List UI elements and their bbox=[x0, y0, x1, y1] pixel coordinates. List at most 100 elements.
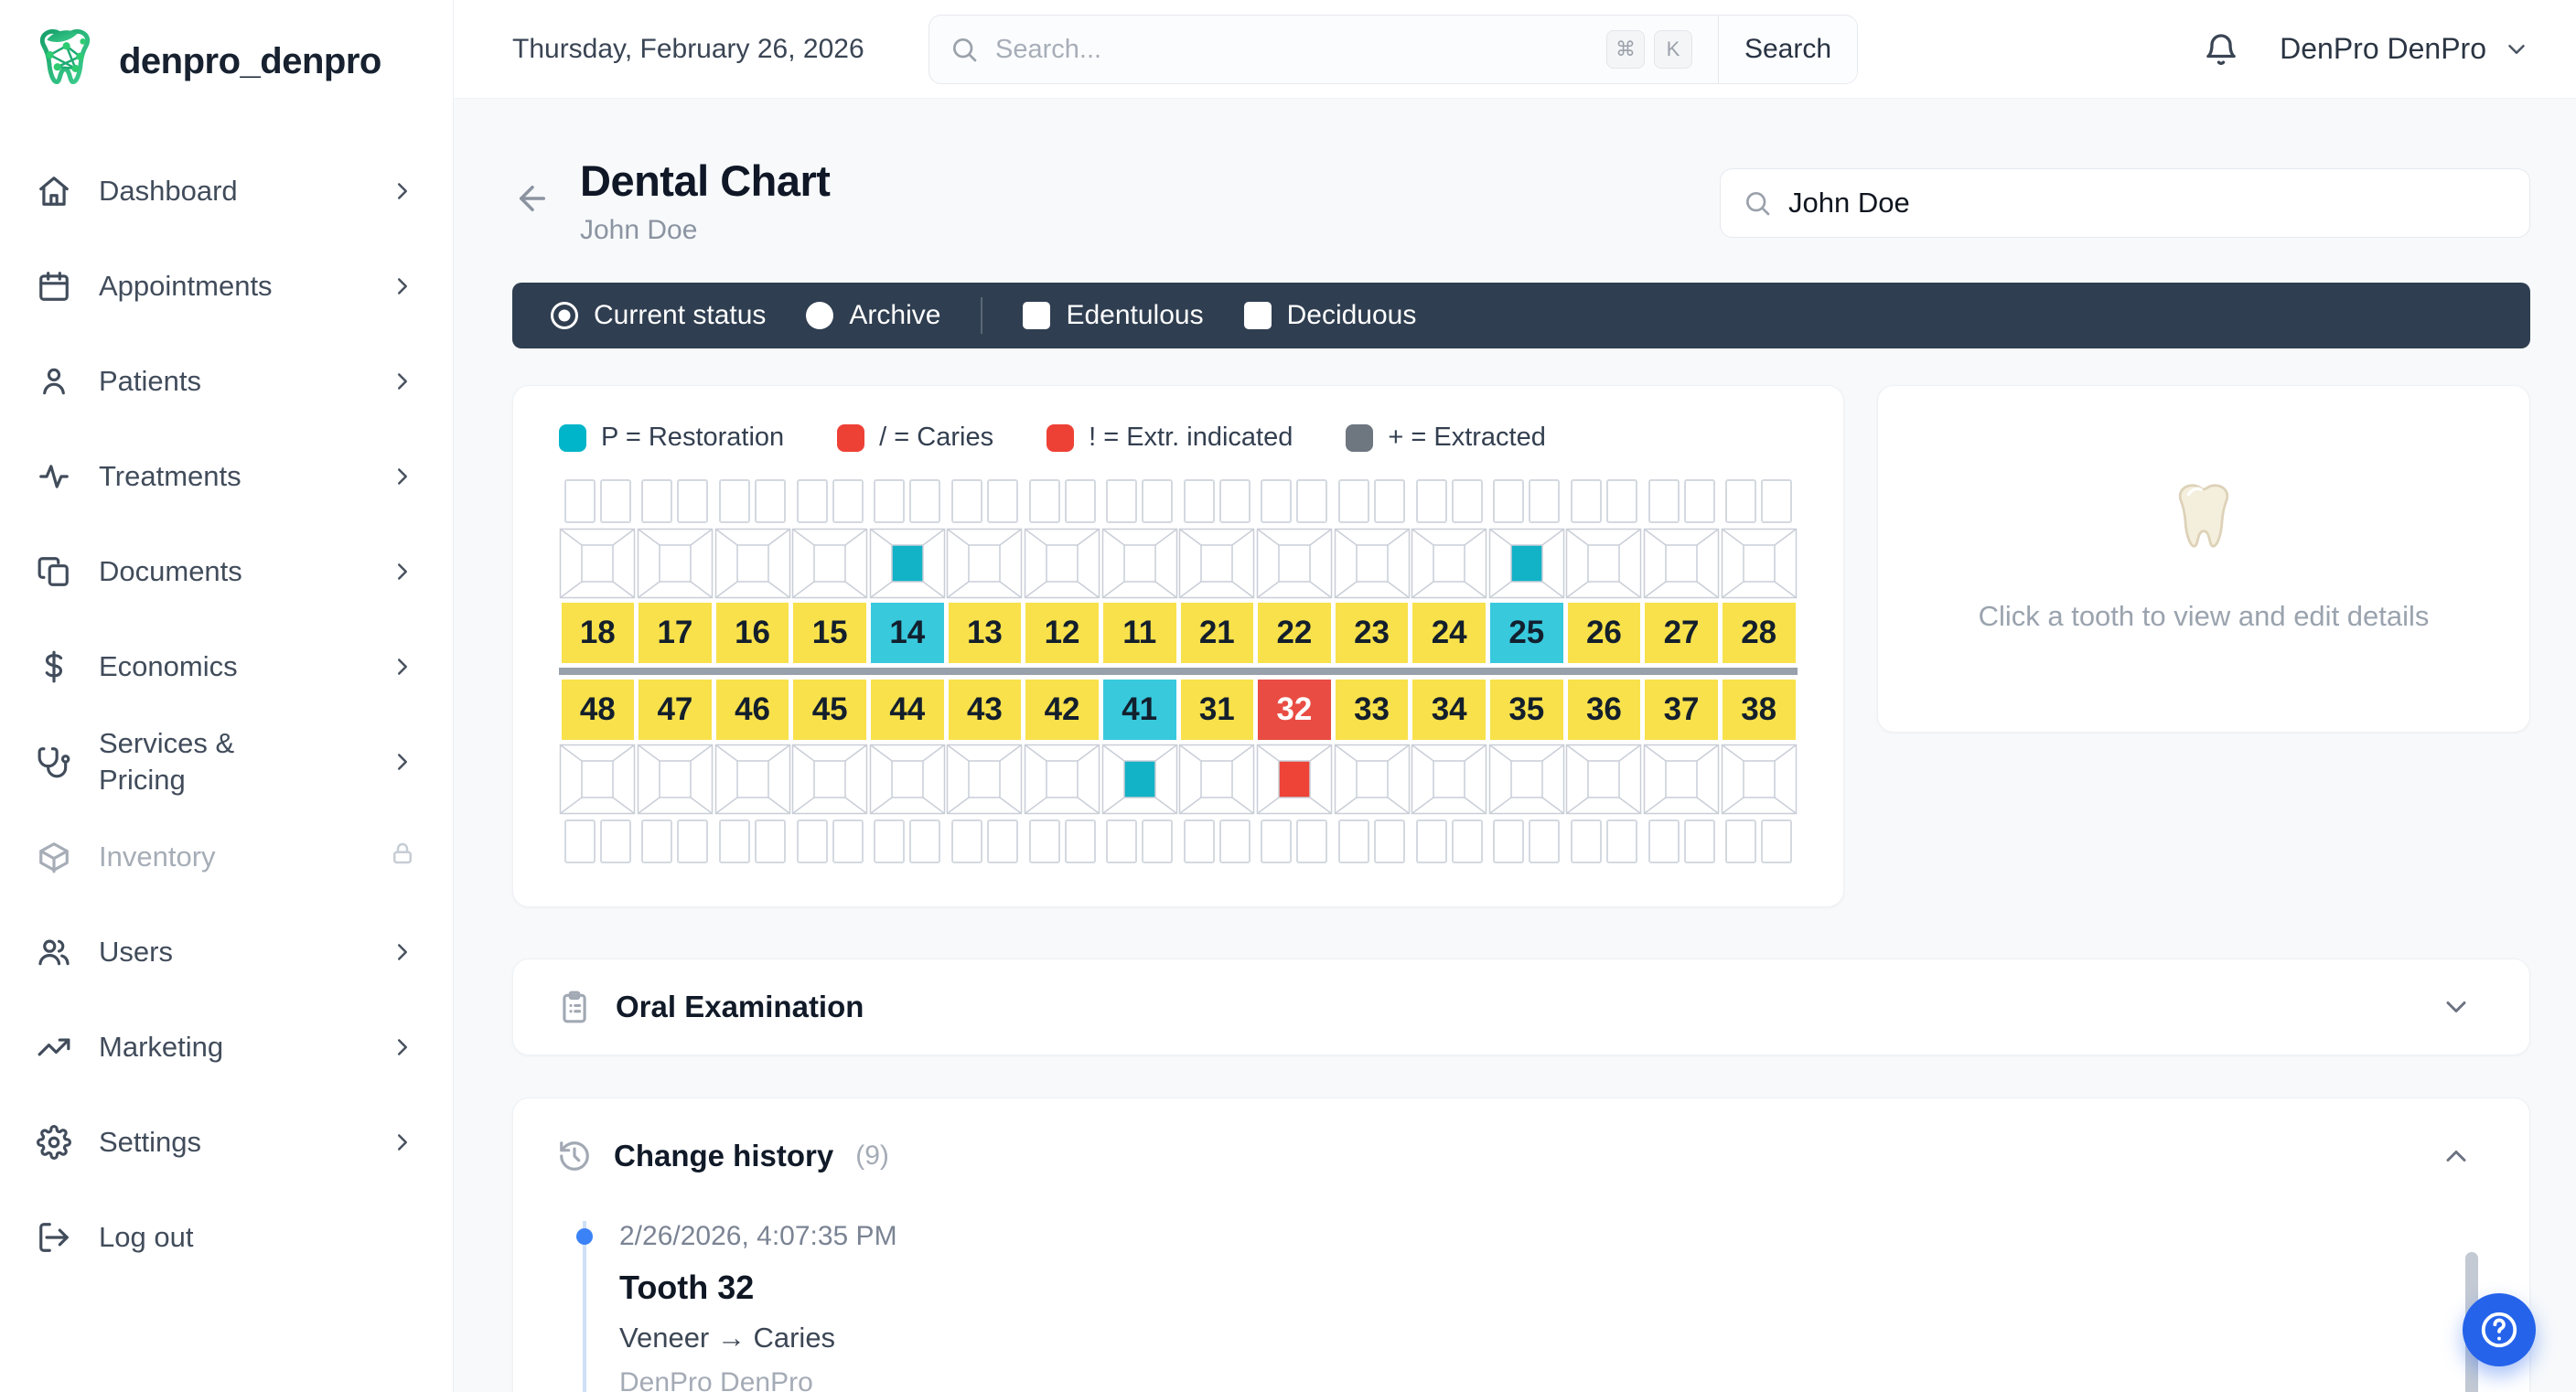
tooth-number[interactable]: 14 bbox=[871, 603, 944, 663]
tooth-27[interactable]: 27 bbox=[1643, 478, 1721, 663]
tooth-number[interactable]: 43 bbox=[949, 680, 1022, 740]
tooth-48[interactable]: 48 bbox=[559, 680, 637, 864]
tooth-28[interactable]: 28 bbox=[1720, 478, 1798, 663]
tooth-crown-diagram[interactable] bbox=[1256, 744, 1333, 815]
tooth-crown-diagram[interactable] bbox=[559, 528, 636, 599]
tooth-number[interactable]: 15 bbox=[793, 603, 866, 663]
help-button[interactable] bbox=[2463, 1293, 2536, 1366]
tooth-number[interactable]: 25 bbox=[1490, 603, 1563, 663]
sidebar-item-patients[interactable]: Patients bbox=[37, 334, 416, 429]
sidebar-item-log-out[interactable]: Log out bbox=[37, 1190, 416, 1285]
radio-current-status[interactable]: Current status bbox=[551, 300, 766, 331]
notifications-bell-icon[interactable] bbox=[2203, 31, 2239, 68]
tooth-17[interactable]: 17 bbox=[637, 478, 714, 663]
tooth-crown-diagram[interactable] bbox=[1721, 528, 1798, 599]
patient-search-input[interactable] bbox=[1788, 187, 2507, 220]
tooth-crown-diagram[interactable] bbox=[869, 744, 946, 815]
tooth-46[interactable]: 46 bbox=[714, 680, 791, 864]
tooth-23[interactable]: 23 bbox=[1333, 478, 1411, 663]
tooth-crown-diagram[interactable] bbox=[1101, 744, 1178, 815]
tooth-number[interactable]: 16 bbox=[716, 603, 789, 663]
tooth-crown-diagram[interactable] bbox=[1411, 744, 1487, 815]
checkbox-edentulous[interactable]: Edentulous bbox=[1023, 300, 1203, 331]
tooth-16[interactable]: 16 bbox=[714, 478, 791, 663]
tooth-crown-diagram[interactable] bbox=[1024, 528, 1100, 599]
tooth-crown-diagram[interactable] bbox=[559, 744, 636, 815]
tooth-crown-diagram[interactable] bbox=[1565, 528, 1642, 599]
sidebar-item-documents[interactable]: Documents bbox=[37, 524, 416, 619]
checkbox-deciduous[interactable]: Deciduous bbox=[1244, 300, 1417, 331]
back-arrow-icon[interactable] bbox=[512, 179, 553, 220]
tooth-crown-diagram[interactable] bbox=[1178, 528, 1255, 599]
tooth-number[interactable]: 36 bbox=[1568, 680, 1641, 740]
sidebar-item-users[interactable]: Users bbox=[37, 905, 416, 1000]
tooth-number[interactable]: 45 bbox=[793, 680, 866, 740]
radio-archive[interactable]: Archive bbox=[806, 300, 940, 331]
tooth-crown-diagram[interactable] bbox=[714, 528, 791, 599]
sidebar-item-inventory[interactable]: Inventory bbox=[37, 809, 416, 905]
tooth-number[interactable]: 22 bbox=[1258, 603, 1331, 663]
global-search-input[interactable] bbox=[995, 35, 1590, 65]
brand-logo[interactable]: denpro_denpro bbox=[0, 0, 453, 111]
tooth-number[interactable]: 24 bbox=[1412, 603, 1486, 663]
checkbox-icon[interactable] bbox=[1023, 302, 1050, 329]
tooth-number[interactable]: 48 bbox=[562, 680, 635, 740]
oral-examination-section[interactable]: Oral Examination bbox=[512, 958, 2530, 1055]
tooth-crown-diagram[interactable] bbox=[791, 528, 868, 599]
checkbox-icon[interactable] bbox=[1244, 302, 1272, 329]
tooth-41[interactable]: 41 bbox=[1100, 680, 1178, 864]
tooth-25[interactable]: 25 bbox=[1488, 478, 1566, 663]
tooth-number[interactable]: 35 bbox=[1490, 680, 1563, 740]
tooth-number[interactable]: 34 bbox=[1412, 680, 1486, 740]
tooth-number[interactable]: 31 bbox=[1181, 680, 1254, 740]
tooth-crown-diagram[interactable] bbox=[1334, 744, 1411, 815]
tooth-26[interactable]: 26 bbox=[1565, 478, 1643, 663]
tooth-13[interactable]: 13 bbox=[946, 478, 1024, 663]
tooth-crown-diagram[interactable] bbox=[946, 744, 1023, 815]
tooth-crown-diagram[interactable] bbox=[1488, 528, 1565, 599]
tooth-number[interactable]: 37 bbox=[1645, 680, 1718, 740]
tooth-33[interactable]: 33 bbox=[1333, 680, 1411, 864]
tooth-35[interactable]: 35 bbox=[1488, 680, 1566, 864]
chevron-up-icon[interactable] bbox=[2440, 1140, 2473, 1172]
tooth-crown-diagram[interactable] bbox=[1178, 744, 1255, 815]
tooth-32[interactable]: 32 bbox=[1256, 680, 1334, 864]
tooth-number[interactable]: 44 bbox=[871, 680, 944, 740]
sidebar-item-economics[interactable]: Economics bbox=[37, 619, 416, 714]
tooth-number[interactable]: 21 bbox=[1181, 603, 1254, 663]
tooth-22[interactable]: 22 bbox=[1256, 478, 1334, 663]
tooth-number[interactable]: 32 bbox=[1258, 680, 1331, 740]
chevron-down-icon[interactable] bbox=[2440, 990, 2473, 1023]
tooth-number[interactable]: 42 bbox=[1025, 680, 1099, 740]
tooth-crown-diagram[interactable] bbox=[946, 528, 1023, 599]
tooth-number[interactable]: 12 bbox=[1025, 603, 1099, 663]
tooth-crown-diagram[interactable] bbox=[1101, 528, 1178, 599]
tooth-42[interactable]: 42 bbox=[1024, 680, 1101, 864]
tooth-crown-diagram[interactable] bbox=[637, 744, 714, 815]
tooth-12[interactable]: 12 bbox=[1024, 478, 1101, 663]
tooth-number[interactable]: 13 bbox=[949, 603, 1022, 663]
tooth-number[interactable]: 26 bbox=[1568, 603, 1641, 663]
tooth-31[interactable]: 31 bbox=[1178, 680, 1256, 864]
tooth-number[interactable]: 41 bbox=[1103, 680, 1176, 740]
tooth-number[interactable]: 38 bbox=[1723, 680, 1796, 740]
tooth-36[interactable]: 36 bbox=[1565, 680, 1643, 864]
sidebar-item-marketing[interactable]: Marketing bbox=[37, 1000, 416, 1095]
sidebar-item-appointments[interactable]: Appointments bbox=[37, 239, 416, 334]
tooth-crown-diagram[interactable] bbox=[1643, 744, 1720, 815]
user-menu[interactable]: DenPro DenPro bbox=[2280, 32, 2530, 66]
tooth-number[interactable]: 46 bbox=[716, 680, 789, 740]
sidebar-item-services-pricing[interactable]: Services & Pricing bbox=[37, 714, 416, 809]
tooth-15[interactable]: 15 bbox=[791, 478, 869, 663]
tooth-43[interactable]: 43 bbox=[946, 680, 1024, 864]
tooth-44[interactable]: 44 bbox=[869, 680, 947, 864]
radio-button-icon[interactable] bbox=[551, 302, 578, 329]
tooth-crown-diagram[interactable] bbox=[1334, 528, 1411, 599]
tooth-crown-diagram[interactable] bbox=[1488, 744, 1565, 815]
tooth-18[interactable]: 18 bbox=[559, 478, 637, 663]
tooth-24[interactable]: 24 bbox=[1411, 478, 1488, 663]
tooth-number[interactable]: 11 bbox=[1103, 603, 1176, 663]
tooth-crown-diagram[interactable] bbox=[1411, 528, 1487, 599]
tooth-number[interactable]: 18 bbox=[562, 603, 635, 663]
tooth-crown-diagram[interactable] bbox=[791, 744, 868, 815]
